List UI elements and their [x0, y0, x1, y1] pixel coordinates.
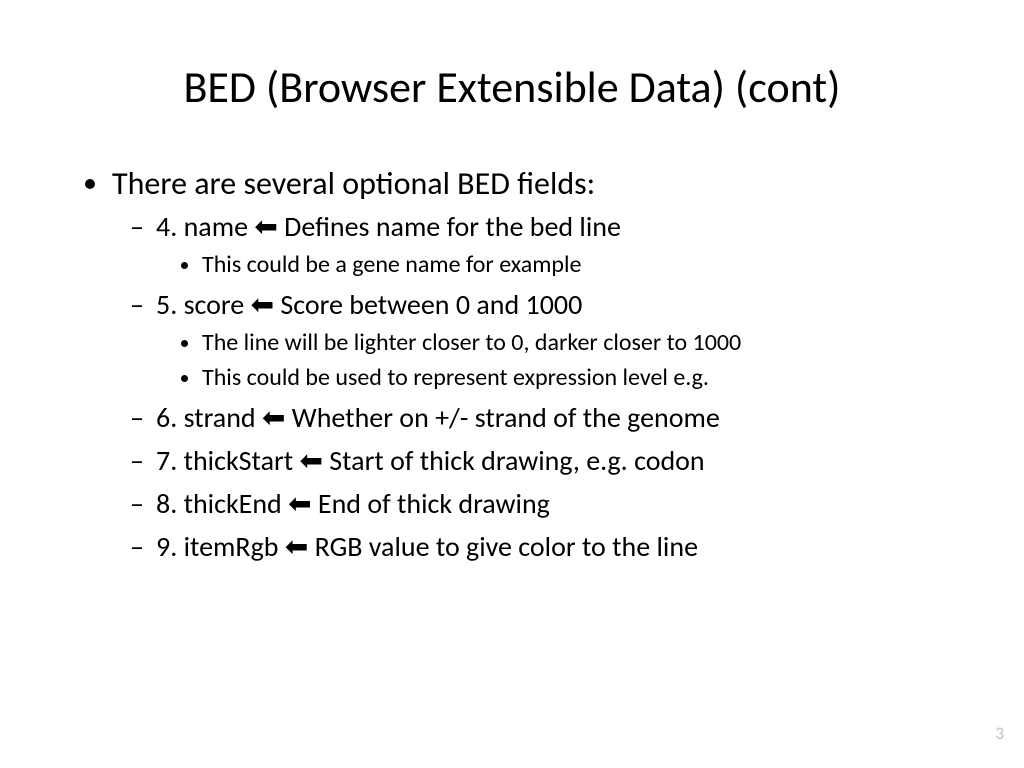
field-label: 7. thickStart [156, 443, 293, 478]
field-strand: 6. strand ⬅ Whether on +/- strand of the… [156, 400, 964, 435]
left-arrow-icon: ⬅ [288, 488, 311, 519]
bullet-list-level3: The line will be lighter closer to 0, da… [156, 328, 964, 392]
bullet-list-level2: 4. name ⬅ Defines name for the bed line … [112, 209, 964, 564]
field-desc: Start of thick drawing, e.g. codon [323, 443, 705, 478]
field-desc: Defines name for the bed line [278, 209, 621, 244]
sub-item: This could be used to represent expressi… [202, 363, 964, 392]
intro-item: There are several optional BED fields: 4… [112, 164, 964, 564]
field-desc: RGB value to give color to the line [308, 529, 698, 564]
field-label: 8. thickEnd [156, 486, 282, 521]
field-desc: Whether on +/- strand of the genome [285, 400, 719, 435]
field-thickend: 8. thickEnd ⬅ End of thick drawing [156, 486, 964, 521]
intro-text: There are several optional BED fields: [112, 164, 595, 203]
bullet-list-level3: This could be a gene name for example [156, 250, 964, 279]
field-desc: End of thick drawing [312, 486, 550, 521]
bullet-list-level1: There are several optional BED fields: 4… [60, 164, 964, 564]
field-thickstart: 7. thickStart ⬅ Start of thick drawing, … [156, 443, 964, 478]
page-number: 3 [995, 723, 1004, 744]
left-arrow-icon: ⬅ [299, 445, 322, 476]
field-label: 6. strand [156, 400, 256, 435]
sub-item: The line will be lighter closer to 0, da… [202, 328, 964, 357]
slide: BED (Browser Extensible Data) (cont) The… [0, 0, 1024, 768]
field-desc: Score between 0 and 1000 [274, 287, 582, 322]
left-arrow-icon: ⬅ [285, 531, 308, 562]
left-arrow-icon: ⬅ [254, 211, 277, 242]
field-label: 4. name [156, 209, 248, 244]
field-name: 4. name ⬅ Defines name for the bed line … [156, 209, 964, 279]
sub-item: This could be a gene name for example [202, 250, 964, 279]
left-arrow-icon: ⬅ [251, 289, 274, 320]
left-arrow-icon: ⬅ [262, 402, 285, 433]
field-label: 9. itemRgb [156, 529, 279, 564]
field-itemrgb: 9. itemRgb ⬅ RGB value to give color to … [156, 529, 964, 564]
slide-title: BED (Browser Extensible Data) (cont) [60, 60, 964, 114]
field-label: 5. score [156, 287, 244, 322]
field-score: 5. score ⬅ Score between 0 and 1000 The … [156, 287, 964, 392]
